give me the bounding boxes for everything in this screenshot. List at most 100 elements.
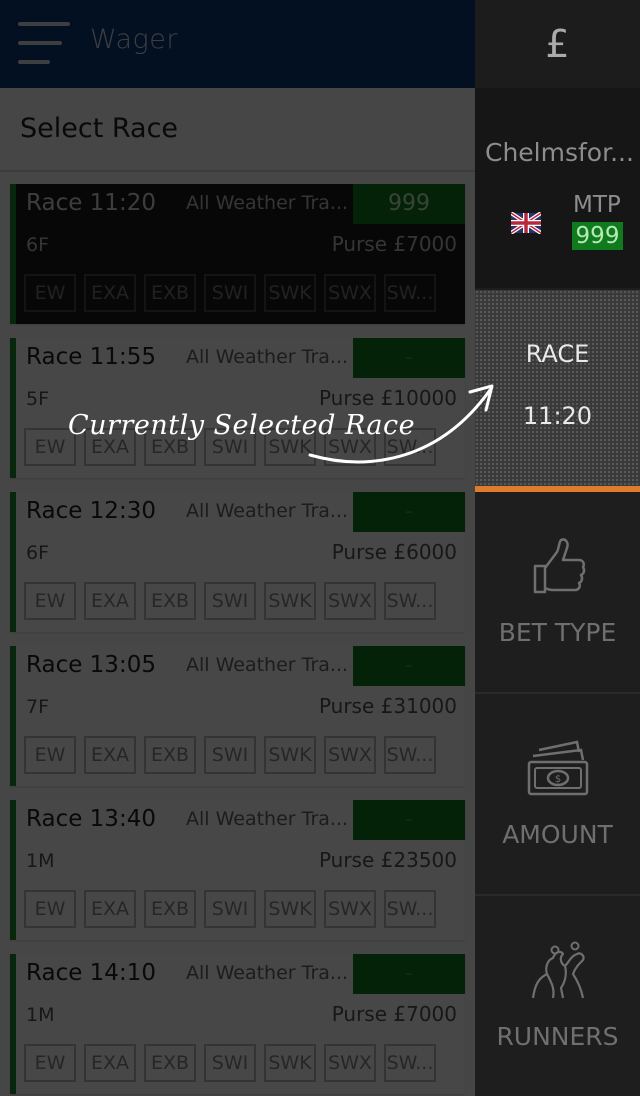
bet-chip-swx[interactable]: SWX: [324, 274, 376, 312]
bet-chip-swi[interactable]: SWI: [204, 274, 256, 312]
bet-chip-swx[interactable]: SWX: [324, 890, 376, 928]
bet-chip-more[interactable]: SW...: [384, 736, 436, 774]
race-purse: Purse £7000: [331, 1002, 457, 1026]
race-time: Race 14:10: [26, 960, 156, 986]
bet-chip-swi[interactable]: SWI: [204, 890, 256, 928]
tutorial-annotation: Currently Selected Race: [68, 410, 416, 441]
menu-icon[interactable]: [18, 22, 70, 66]
bet-chip-swi[interactable]: SWI: [204, 1044, 256, 1082]
race-distance: 7F: [26, 696, 50, 718]
tab-race[interactable]: RACE 11:20: [475, 290, 640, 486]
race-card[interactable]: Race 13:40 All Weather Tra... - 1M Purse…: [10, 800, 465, 940]
bet-chip-exb[interactable]: EXB: [144, 890, 196, 928]
horse-racing-icon: [531, 941, 585, 999]
section-title: Select Race: [20, 113, 179, 144]
race-tab-label: RACE: [525, 340, 590, 368]
track-info: Chelmsfor... MTP 999: [475, 88, 640, 288]
bet-chip-ew[interactable]: EW: [24, 1044, 76, 1082]
race-mtp-badge: -: [353, 800, 465, 840]
bet-chip-swi[interactable]: SWI: [204, 736, 256, 774]
tab-label: BET TYPE: [498, 618, 617, 647]
bet-chip-exa[interactable]: EXA: [84, 1044, 136, 1082]
bet-chip-swk[interactable]: SWK: [264, 736, 316, 774]
bet-chip-exb[interactable]: EXB: [144, 274, 196, 312]
bet-chip-more[interactable]: SW...: [384, 1044, 436, 1082]
divider: [0, 170, 475, 172]
tab-amount[interactable]: $ AMOUNT: [475, 696, 640, 896]
race-purse: Purse £6000: [331, 540, 457, 564]
race-mtp-badge: -: [353, 338, 465, 378]
race-mtp-badge: -: [353, 954, 465, 994]
bet-chip-ew[interactable]: EW: [24, 890, 76, 928]
race-time: Race 11:20: [26, 190, 156, 216]
bet-chip-exa[interactable]: EXA: [84, 582, 136, 620]
race-list: Race 11:20 All Weather Tra... 999 6F Pur…: [10, 184, 465, 1096]
race-card[interactable]: Race 14:10 All Weather Tra... - 1M Purse…: [10, 954, 465, 1094]
bet-chip-ew[interactable]: EW: [24, 582, 76, 620]
race-time: Race 13:05: [26, 652, 156, 678]
bet-chip-more[interactable]: SW...: [384, 582, 436, 620]
bet-chip-more[interactable]: SW...: [384, 890, 436, 928]
race-purse: Purse £7000: [331, 232, 457, 256]
bet-chip-exb[interactable]: EXB: [144, 1044, 196, 1082]
race-distance: 6F: [26, 234, 50, 256]
tab-bet-type[interactable]: BET TYPE: [475, 494, 640, 694]
race-mtp-badge: -: [353, 646, 465, 686]
race-mtp-badge: 999: [353, 184, 465, 224]
race-card[interactable]: Race 11:20 All Weather Tra... 999 6F Pur…: [10, 184, 465, 324]
tab-runners[interactable]: RUNNERS: [475, 898, 640, 1096]
tab-label: AMOUNT: [502, 820, 613, 849]
race-track: All Weather Tra...: [186, 346, 349, 368]
race-card[interactable]: Race 11:55 All Weather Tra... - 5F Purse…: [10, 338, 465, 478]
bet-chip-exb[interactable]: EXB: [144, 582, 196, 620]
bet-chip-swx[interactable]: SWX: [324, 736, 376, 774]
bet-chip-exa[interactable]: EXA: [84, 736, 136, 774]
race-purse: Purse £23500: [318, 848, 457, 872]
bet-type-chips: EW EXA EXB SWI SWK SWX SW...: [24, 274, 436, 312]
bet-chip-exb[interactable]: EXB: [144, 736, 196, 774]
race-card[interactable]: Race 12:30 All Weather Tra... - 6F Purse…: [10, 492, 465, 632]
bet-chip-swk[interactable]: SWK: [264, 890, 316, 928]
currency-button[interactable]: £: [475, 0, 640, 88]
mtp-value: 999: [572, 222, 623, 250]
race-track: All Weather Tra...: [186, 654, 349, 676]
tab-label: RUNNERS: [496, 1022, 619, 1051]
app-header: Wager: [0, 0, 475, 88]
race-selection-panel: Wager Select Race Race 11:20 All Weather…: [0, 0, 475, 1096]
bet-chip-ew[interactable]: EW: [24, 736, 76, 774]
race-distance: 1M: [26, 1004, 55, 1026]
race-card[interactable]: Race 13:05 All Weather Tra... - 7F Purse…: [10, 646, 465, 786]
bet-chip-swi[interactable]: SWI: [204, 582, 256, 620]
race-time: Race 11:55: [26, 344, 156, 370]
bet-chip-swx[interactable]: SWX: [324, 582, 376, 620]
race-distance: 5F: [26, 388, 50, 410]
race-purse: Purse £10000: [318, 386, 457, 410]
bet-chip-swk[interactable]: SWK: [264, 274, 316, 312]
race-track: All Weather Tra...: [186, 500, 349, 522]
bet-chip-swk[interactable]: SWK: [264, 1044, 316, 1082]
wager-sidebar: £ Chelmsfor... MTP 999 RACE 11:20 BET TY…: [475, 0, 640, 1096]
uk-flag-icon: [511, 212, 541, 234]
bet-chip-ew[interactable]: EW: [24, 274, 76, 312]
bet-chip-exa[interactable]: EXA: [84, 274, 136, 312]
page-title: Wager: [90, 24, 178, 55]
svg-text:$: $: [555, 774, 561, 785]
race-track: All Weather Tra...: [186, 808, 349, 830]
race-distance: 6F: [26, 542, 50, 564]
bet-type-chips: EW EXA EXB SWI SWK SWX SW...: [24, 890, 436, 928]
race-time: Race 13:40: [26, 806, 156, 832]
race-mtp-badge: -: [353, 492, 465, 532]
mtp-label: MTP: [573, 192, 621, 218]
active-tab-indicator: [475, 486, 640, 492]
bet-chip-more[interactable]: SW...: [384, 274, 436, 312]
bet-chip-swx[interactable]: SWX: [324, 1044, 376, 1082]
track-name: Chelmsfor...: [485, 138, 634, 167]
cash-icon: $: [527, 740, 589, 796]
race-purse: Purse £31000: [318, 694, 457, 718]
race-time: Race 12:30: [26, 498, 156, 524]
bet-chip-exa[interactable]: EXA: [84, 890, 136, 928]
thumbs-up-icon: [533, 538, 586, 594]
race-distance: 1M: [26, 850, 55, 872]
bet-type-chips: EW EXA EXB SWI SWK SWX SW...: [24, 1044, 436, 1082]
bet-chip-swk[interactable]: SWK: [264, 582, 316, 620]
